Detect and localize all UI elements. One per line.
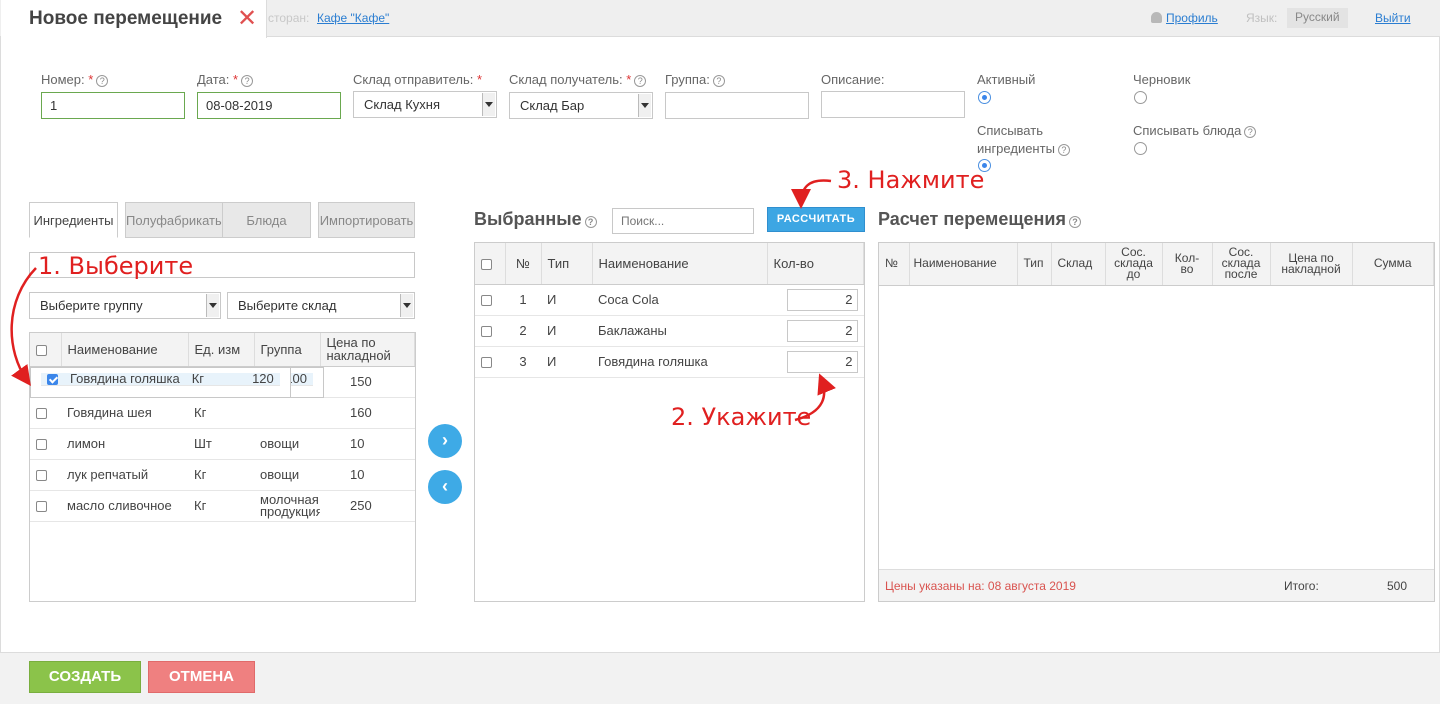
cancel-button[interactable]: ОТМЕНА [148, 661, 255, 693]
arrow-step1 [10, 267, 37, 387]
create-button[interactable]: СОЗДАТЬ [29, 661, 141, 693]
arrow-step3 [791, 179, 832, 209]
annotation-arrows [10, 179, 836, 422]
arrow-step2 [794, 373, 836, 422]
